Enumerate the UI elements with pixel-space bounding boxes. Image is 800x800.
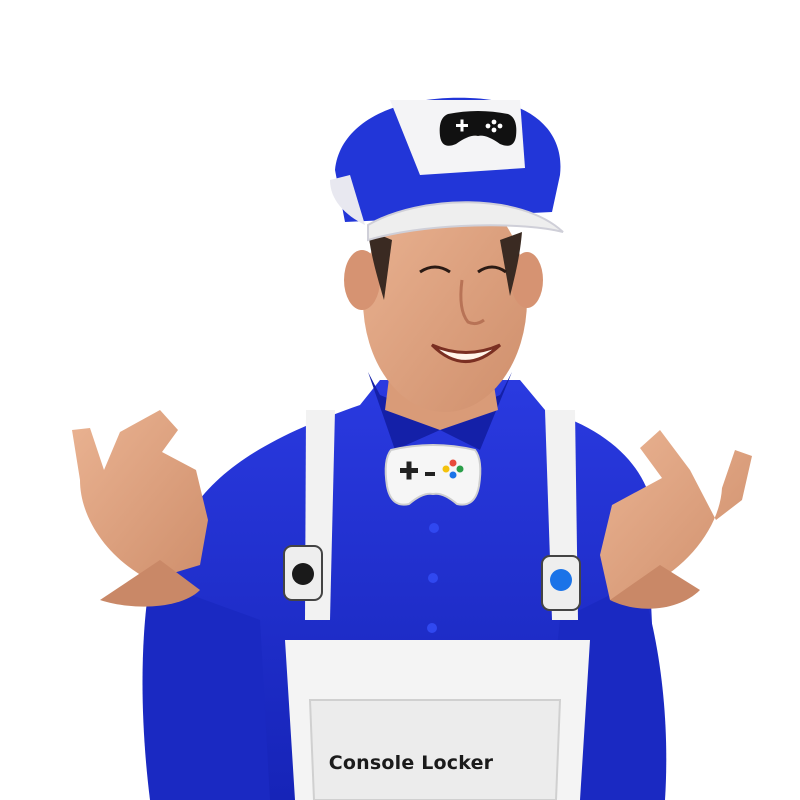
apron-label: Console Locker <box>328 752 494 774</box>
strap-button-right <box>541 555 581 611</box>
strap-button-left <box>283 545 323 601</box>
photo-scene <box>72 97 752 800</box>
